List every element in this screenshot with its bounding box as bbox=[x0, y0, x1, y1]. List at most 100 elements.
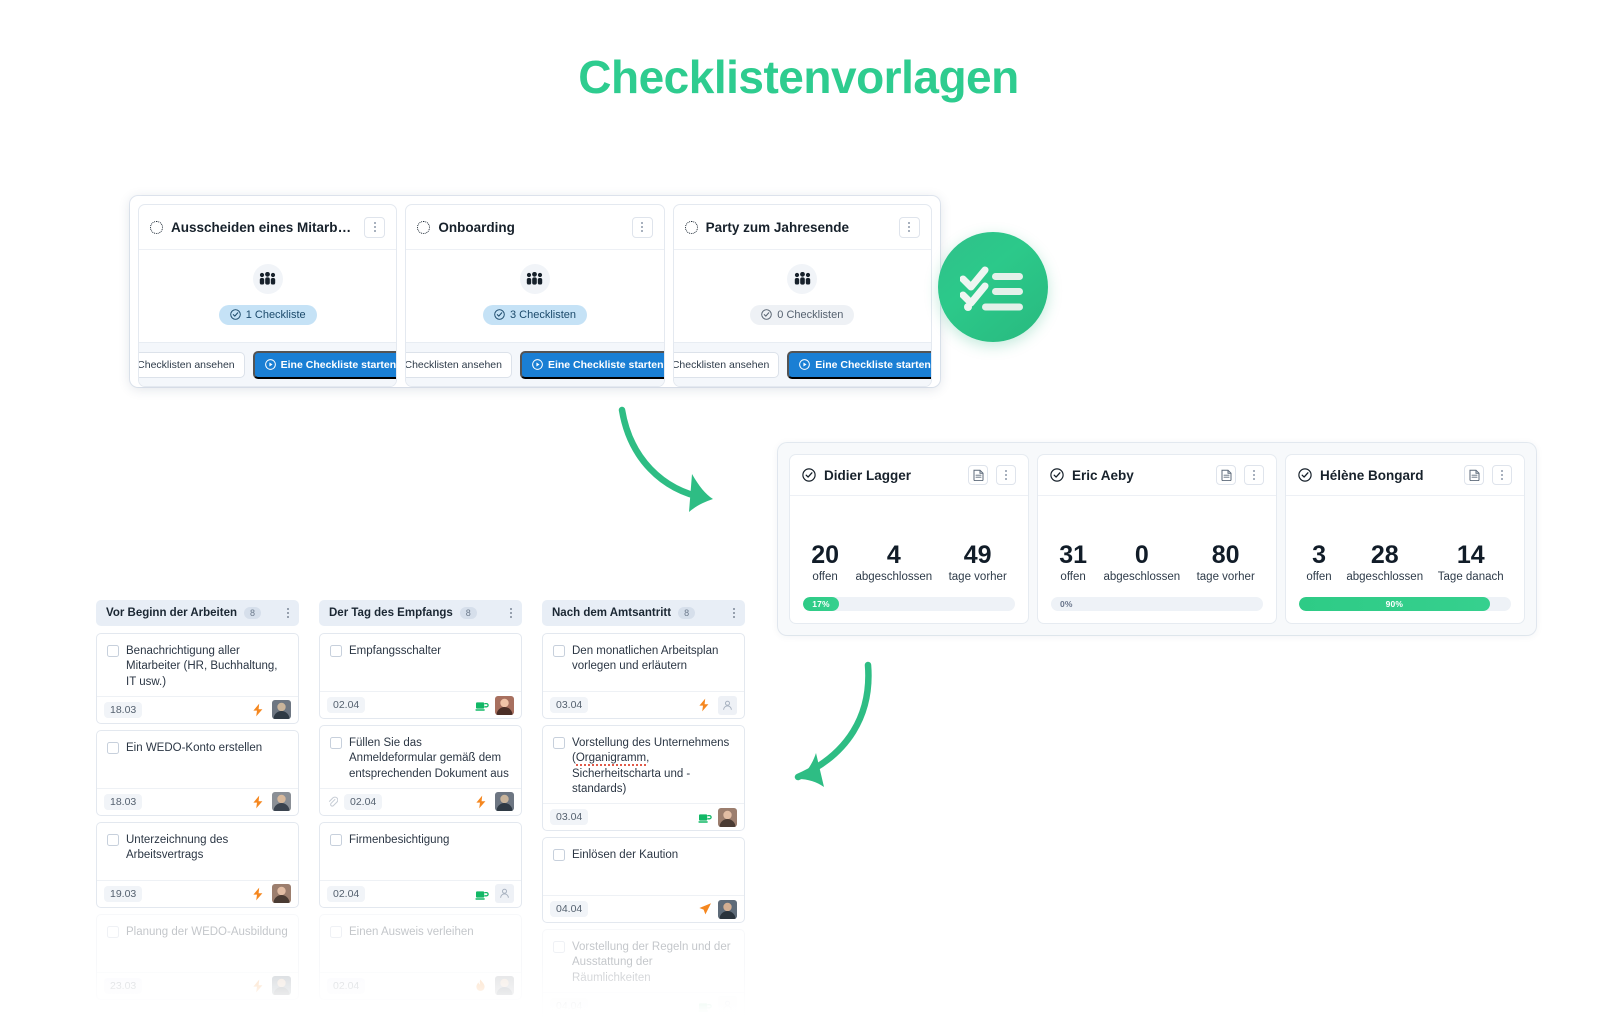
document-button[interactable] bbox=[1216, 465, 1236, 485]
kanban-card-title: Einlösen der Kaution bbox=[572, 849, 679, 862]
kanban-column-header: Der Tag des Empfangs 8 bbox=[319, 600, 522, 626]
person-name: Didier Lagger bbox=[824, 467, 912, 483]
person-stat-card[interactable]: Didier Lagger 20 offen 4 abgeschlossen 49 tage… bbox=[789, 454, 1029, 624]
avatar-placeholder bbox=[718, 695, 737, 715]
task-checkbox[interactable] bbox=[107, 645, 119, 657]
kanban-column-header: Vor Beginn der Arbeiten 8 bbox=[96, 600, 299, 626]
template-card[interactable]: Onboarding 3 Checklisten Checklisten anseh… bbox=[405, 204, 665, 387]
kebab-menu-icon[interactable] bbox=[364, 216, 386, 238]
template-card-footer: Checklisten ansehen Eine Checkliste start… bbox=[406, 342, 664, 386]
arrow-stats-to-kanban bbox=[794, 661, 872, 787]
progress-bar: 0% bbox=[1051, 597, 1263, 611]
kebab-menu-icon[interactable] bbox=[1244, 465, 1264, 485]
kanban-card[interactable]: Empfangsschalter 02.04 bbox=[319, 633, 522, 719]
task-checkbox[interactable] bbox=[553, 941, 565, 954]
view-checklists-button[interactable]: Checklisten ansehen bbox=[139, 351, 245, 378]
kebab-menu-icon[interactable] bbox=[898, 216, 920, 238]
task-checkbox[interactable] bbox=[330, 645, 342, 657]
person-placeholder-icon bbox=[722, 1000, 733, 1011]
avatar bbox=[495, 976, 514, 996]
task-checkbox[interactable] bbox=[107, 925, 119, 938]
task-checkbox[interactable] bbox=[553, 645, 565, 657]
kanban-card[interactable]: Ein WEDO-Konto erstellen 18.03 bbox=[96, 729, 299, 816]
task-checkbox[interactable] bbox=[330, 833, 342, 846]
template-card-header: Ausscheiden eines Mitarbeiters bbox=[139, 205, 397, 250]
task-checkbox[interactable] bbox=[107, 833, 119, 846]
task-checkbox[interactable] bbox=[330, 925, 342, 938]
kanban-card[interactable]: Firmenbesichtigung 02.04 bbox=[319, 821, 522, 908]
person-stat-card[interactable]: Hélène Bongard 3 offen 28 abgeschlossen 14 Tag… bbox=[1285, 454, 1525, 624]
stat-item: 80 tage vorher bbox=[1195, 540, 1257, 583]
stat-value: 80 bbox=[1211, 540, 1240, 569]
view-checklists-button[interactable]: Checklisten ansehen bbox=[673, 351, 780, 378]
kebab-menu-icon[interactable] bbox=[733, 608, 735, 618]
progress-label: 90% bbox=[1385, 599, 1404, 609]
kebab-menu-icon[interactable] bbox=[631, 216, 653, 238]
dotted-circle-icon bbox=[150, 220, 163, 234]
kanban-card[interactable]: Vorstellung des Unternehmens (Organigram… bbox=[542, 725, 745, 832]
kanban-card-content: Benachrichtigung aller Mitarbeiter (HR, … bbox=[97, 634, 298, 696]
kebab-menu-icon[interactable] bbox=[510, 608, 512, 618]
kanban-card-content: Vorstellung des Unternehmens (Organigram… bbox=[543, 726, 744, 803]
template-card[interactable]: Ausscheiden eines Mitarbeiters 1 Checklis… bbox=[138, 204, 398, 387]
start-checklist-button[interactable]: Eine Checkliste starten bbox=[519, 350, 664, 379]
kanban-card[interactable]: Den monatlichen Arbeitsplan vorlegen und… bbox=[542, 633, 745, 719]
kanban-card-date: 02.04 bbox=[327, 885, 366, 902]
stat-value: 4 bbox=[886, 540, 901, 569]
checklist-count-label: 1 Checkliste bbox=[245, 308, 306, 321]
start-checklist-button[interactable]: Eine Checkliste starten bbox=[787, 350, 931, 379]
checklist-logo-icon bbox=[938, 232, 1048, 342]
task-checkbox[interactable] bbox=[330, 737, 342, 749]
people-group-icon bbox=[526, 272, 543, 285]
kanban-column-header: Nach dem Amtsantritt 8 bbox=[542, 600, 745, 626]
kanban-column-count: 8 bbox=[459, 607, 477, 619]
kanban-card[interactable]: Einlösen der Kaution 04.04 bbox=[542, 837, 745, 924]
kebab-menu-icon[interactable] bbox=[287, 608, 289, 618]
stat-item: 4 abgeschlossen bbox=[853, 540, 934, 583]
document-button[interactable] bbox=[1464, 465, 1484, 485]
cup-icon bbox=[698, 999, 712, 1013]
person-stat-card[interactable]: Eric Aeby 31 offen 0 abgeschlossen 80 tage vor… bbox=[1037, 454, 1277, 624]
people-group-icon bbox=[259, 272, 276, 285]
document-button[interactable] bbox=[968, 465, 988, 485]
lightning-icon bbox=[252, 795, 266, 809]
kanban-card-footer: 19.03 bbox=[97, 879, 298, 907]
stat-label: Tage danach bbox=[1437, 571, 1504, 583]
avatar bbox=[272, 884, 291, 904]
person-stats-row: 20 offen 4 abgeschlossen 49 tage vorher bbox=[803, 540, 1015, 583]
kanban-card-content: Ein WEDO-Konto erstellen bbox=[97, 731, 298, 788]
kanban-card[interactable]: Benachrichtigung aller Mitarbeiter (HR, … bbox=[96, 633, 299, 724]
start-checklist-button[interactable]: Eine Checkliste starten bbox=[252, 350, 397, 379]
avatar bbox=[495, 792, 514, 812]
lightning-icon bbox=[252, 979, 266, 993]
kanban-card[interactable]: Planung der WEDO-Ausbildung 23.03 bbox=[96, 913, 299, 1000]
kanban-card-content: Unterzeichnung des Arbeitsvertrags bbox=[97, 823, 298, 880]
avatar bbox=[272, 976, 291, 996]
check-circle-icon bbox=[802, 468, 816, 482]
stat-item: 3 offen bbox=[1304, 541, 1333, 583]
kanban-card-content: Den monatlichen Arbeitsplan vorlegen und… bbox=[543, 634, 744, 691]
kanban-card-footer: 04.04 bbox=[543, 895, 744, 922]
task-checkbox[interactable] bbox=[107, 741, 119, 754]
stat-item: 31 offen bbox=[1057, 541, 1089, 583]
kanban-card[interactable]: Einen Ausweis verleihen 02.04 bbox=[319, 913, 522, 1000]
task-checkbox[interactable] bbox=[553, 849, 565, 862]
avatar bbox=[718, 807, 737, 827]
task-checkbox[interactable] bbox=[553, 737, 565, 749]
kanban-card-date: 19.03 bbox=[104, 885, 143, 902]
checklist-count-badge: 3 Checklisten bbox=[482, 304, 588, 325]
person-card-body: 31 offen 0 abgeschlossen 80 tage vorher 0% bbox=[1038, 496, 1276, 623]
kanban-card[interactable]: Vorstellung der Regeln und der Ausstattu… bbox=[542, 929, 745, 1020]
document-icon bbox=[1469, 469, 1480, 481]
kanban-card[interactable]: Füllen Sie das Anmeldeformular gemäß dem… bbox=[319, 725, 522, 816]
stat-label: abgeschlossen bbox=[1346, 571, 1424, 583]
view-checklists-button[interactable]: Checklisten ansehen bbox=[406, 351, 512, 378]
kebab-menu-icon[interactable] bbox=[996, 465, 1016, 485]
cup-icon bbox=[698, 810, 712, 824]
template-card[interactable]: Party zum Jahresende 0 Checklisten Checkli… bbox=[672, 204, 932, 387]
kebab-menu-icon[interactable] bbox=[1492, 465, 1512, 485]
stat-item: 49 tage vorher bbox=[947, 541, 1009, 583]
kanban-card[interactable]: Unterzeichnung des Arbeitsvertrags 19.03 bbox=[96, 821, 299, 908]
dotted-circle-icon bbox=[684, 220, 698, 234]
document-icon bbox=[1221, 469, 1232, 481]
